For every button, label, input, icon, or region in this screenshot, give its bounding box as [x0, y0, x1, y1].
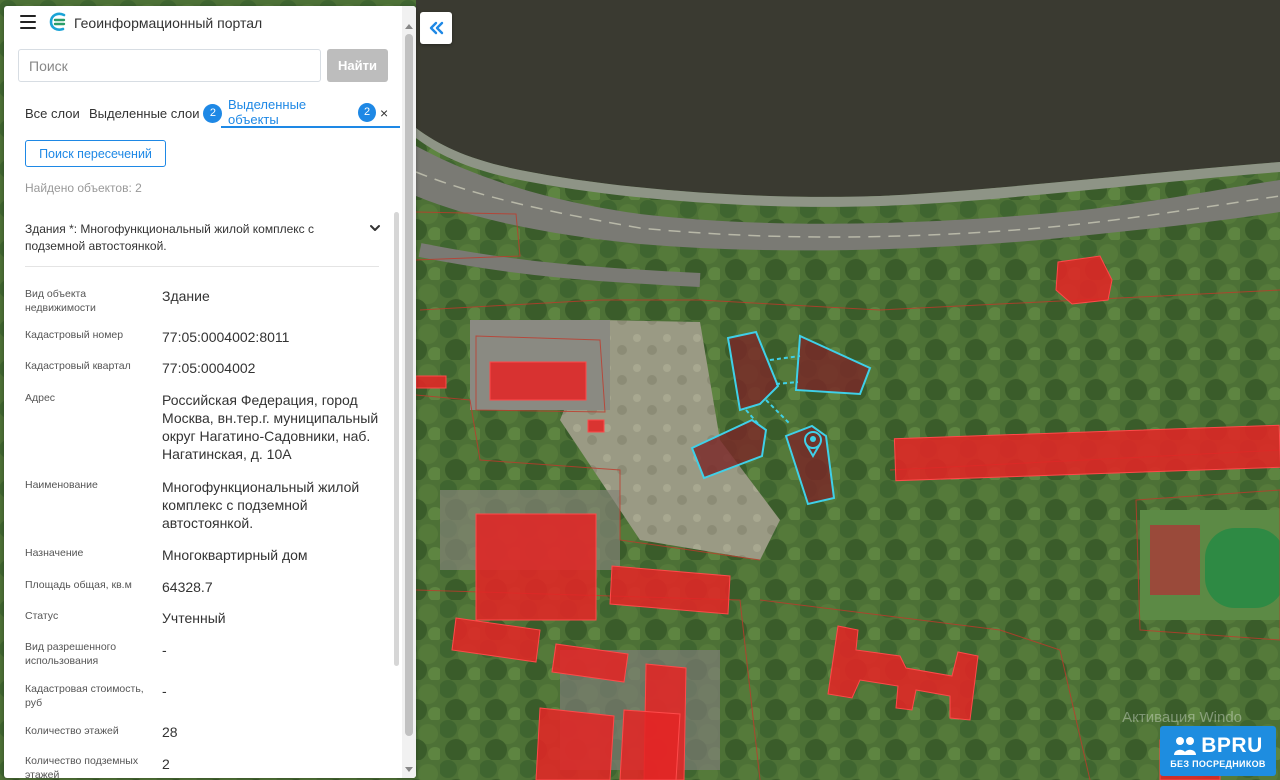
people-icon — [1174, 736, 1197, 755]
attr-value: - — [162, 683, 167, 699]
attr-label: Вид разрешенного использования — [25, 641, 117, 667]
river — [416, 0, 1280, 197]
tab-selected-objects[interactable]: Выделенные объекты 2 — [221, 97, 400, 128]
tab-all-layers[interactable]: Все слои — [25, 98, 80, 128]
panel-scrollbar[interactable] — [402, 6, 416, 778]
scroll-down-icon[interactable] — [405, 767, 413, 772]
attr-value: Здание — [162, 288, 210, 304]
menu-icon[interactable] — [20, 15, 36, 29]
found-count: Найдено объектов: 2 — [25, 181, 142, 195]
collapse-panel-button[interactable] — [420, 12, 452, 44]
attr-label: Кадастровый номер — [25, 329, 124, 341]
search-input[interactable] — [18, 49, 321, 82]
portal-logo-icon — [49, 12, 66, 31]
double-chevron-left-icon — [429, 21, 444, 35]
tab-bar: Все слои Выделенные слои 2 Выделенные об… — [4, 97, 400, 128]
attr-label: Назначение — [25, 547, 84, 559]
attr-value: Многоквартирный дом — [162, 547, 308, 563]
close-tab-icon[interactable]: × — [380, 105, 388, 121]
attr-value: 2 — [162, 756, 170, 772]
side-panel: Геоинформационный портал Найти Все слои … — [4, 6, 416, 778]
attr-value: Российская Федерация, город Москва, вн.т… — [162, 392, 379, 462]
attr-label: Кадастровый квартал — [25, 360, 131, 372]
search-button[interactable]: Найти — [327, 49, 388, 82]
attr-label: Статус — [25, 610, 59, 622]
attr-value: 77:05:0004002 — [162, 360, 256, 376]
bpru-logo[interactable]: BPRU БЕЗ ПОСРЕДНИКОВ — [1160, 726, 1276, 776]
building — [535, 707, 615, 780]
object-title[interactable]: Здания *: Многофункциональный жилой комп… — [25, 221, 355, 255]
attr-value: 64328.7 — [162, 579, 213, 595]
find-intersections-button[interactable]: Поиск пересечений — [25, 140, 166, 167]
building — [1055, 255, 1113, 305]
attr-label: Количество этажей — [25, 725, 119, 737]
content-scroll-indicator[interactable] — [394, 212, 399, 666]
building — [475, 513, 597, 621]
attr-label: Площадь общая, кв.м — [25, 579, 132, 591]
divider — [25, 266, 379, 267]
scrollbar-thumb[interactable] — [405, 34, 413, 736]
windows-activation-watermark: Активация Windo — [1122, 709, 1242, 726]
attr-label: Наименование — [25, 479, 98, 491]
attr-label: Количество подземных этажей — [25, 755, 139, 778]
building — [587, 419, 605, 433]
attr-label: Адрес — [25, 392, 56, 404]
count-badge: 2 — [358, 102, 377, 122]
attr-value: Многофункциональный жилой комплекс с под… — [162, 479, 360, 531]
count-badge: 2 — [203, 103, 223, 123]
attr-value: - — [162, 642, 167, 658]
chevron-down-icon[interactable] — [368, 221, 382, 235]
attr-value: 77:05:0004002:8011 — [162, 329, 290, 345]
panel-header: Геоинформационный портал — [4, 6, 416, 40]
building — [489, 361, 587, 401]
building — [415, 375, 447, 389]
attr-label: Вид объекта недвижимости — [25, 288, 96, 314]
attr-value: 28 — [162, 724, 178, 740]
scroll-up-icon[interactable] — [405, 24, 413, 29]
building — [619, 709, 681, 780]
attr-value: Учтенный — [162, 610, 226, 626]
app-title: Геоинформационный портал — [74, 15, 263, 31]
tab-selected-layers[interactable]: Выделенные слои 2 — [89, 98, 223, 128]
attr-label: Кадастровая стоимость, руб — [25, 683, 144, 709]
